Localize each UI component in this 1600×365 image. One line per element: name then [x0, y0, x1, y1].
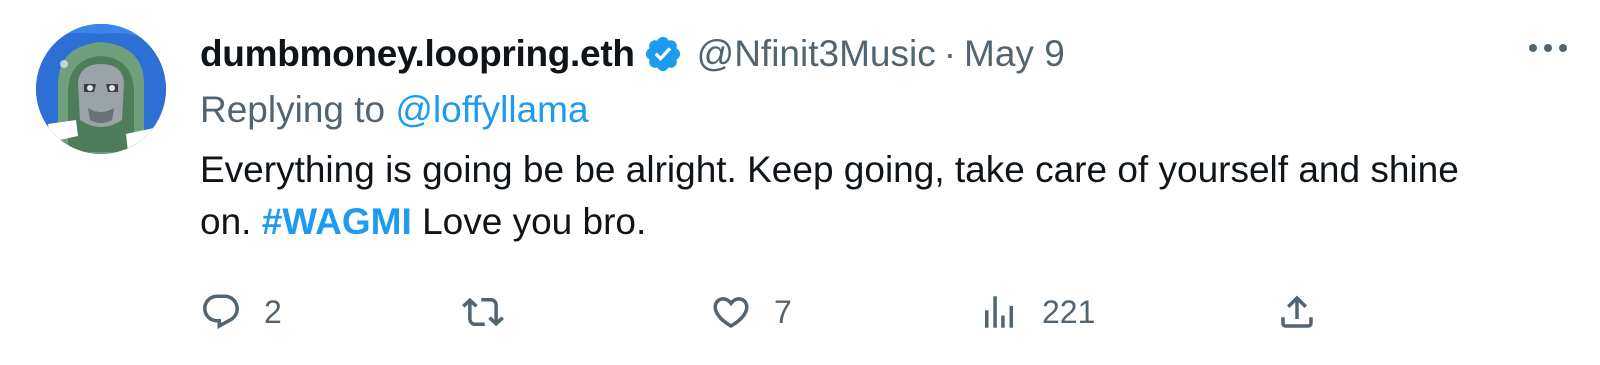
- replying-to-link[interactable]: @loffyllama: [395, 89, 588, 130]
- avatar-image: [36, 24, 166, 154]
- user-handle[interactable]: @Nfinit3Music: [697, 33, 936, 75]
- display-name[interactable]: dumbmoney.loopring.eth: [200, 33, 635, 75]
- views-count: 221: [1042, 293, 1096, 330]
- retweet-button[interactable]: [462, 288, 526, 336]
- replying-to-prefix: Replying to: [200, 89, 386, 130]
- separator-dot: ·: [943, 33, 957, 74]
- reply-button[interactable]: 2: [200, 288, 282, 336]
- share-icon: [1281, 295, 1313, 328]
- tweet-text: Everything is going be be alright. Keep …: [200, 144, 1520, 248]
- tweet-date[interactable]: May 9: [964, 33, 1065, 75]
- verified-badge-icon[interactable]: [643, 34, 683, 74]
- like-count: 7: [774, 293, 792, 330]
- tweet-text-part2: Love you bro.: [422, 201, 647, 242]
- retweet-icon: [462, 297, 504, 327]
- avatar[interactable]: [36, 24, 166, 154]
- share-button[interactable]: [1276, 288, 1318, 336]
- hashtag-link[interactable]: #WAGMI: [262, 201, 412, 242]
- views-icon: [985, 296, 1013, 328]
- action-bar: 2 7 221: [200, 288, 1360, 336]
- reply-icon: [203, 294, 239, 329]
- tweet-header: dumbmoney.loopring.eth @Nfinit3Music · M…: [200, 26, 1540, 82]
- like-icon: [713, 297, 749, 329]
- reply-count: 2: [264, 293, 282, 330]
- views-button[interactable]: 221: [978, 288, 1095, 336]
- tweet[interactable]: dumbmoney.loopring.eth @Nfinit3Music · M…: [0, 0, 1600, 365]
- tweet-content: dumbmoney.loopring.eth @Nfinit3Music · M…: [200, 26, 1540, 248]
- like-button[interactable]: 7: [710, 288, 792, 336]
- more-options-icon[interactable]: [1526, 38, 1570, 58]
- replying-to-line: Replying to @loffyllama: [200, 84, 1540, 136]
